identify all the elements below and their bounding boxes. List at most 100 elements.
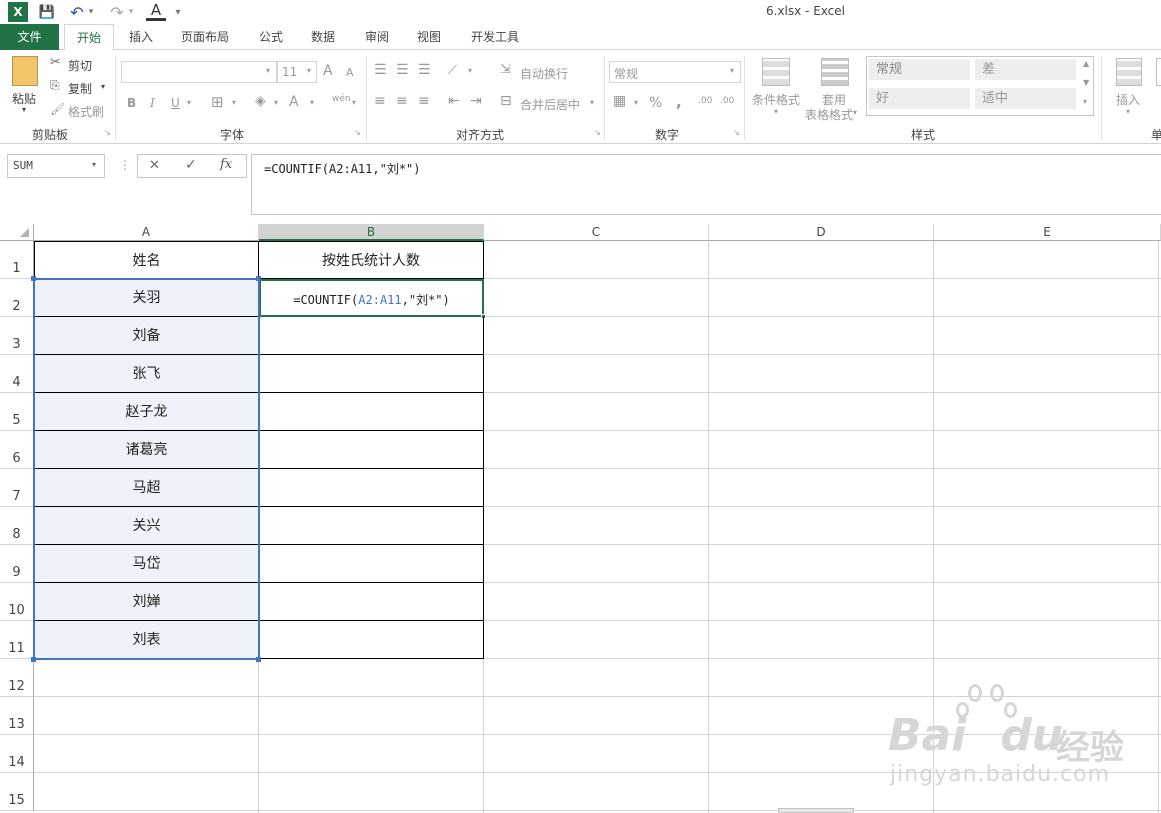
font-name-dropdown-icon[interactable]: ▾ [266,66,270,75]
style-good[interactable]: 好 [869,88,970,109]
cell-b4[interactable] [259,355,484,393]
orientation-dropdown-icon[interactable]: ▾ [468,66,472,75]
row-header[interactable]: 14 [0,735,34,773]
format-as-table-icon[interactable] [821,58,849,86]
styles-scroll-up-icon[interactable]: ▲ [1083,59,1089,68]
cancel-icon[interactable]: ✕ [149,158,160,173]
format-painter-icon[interactable]: 🖌 [50,102,65,116]
cell-b6[interactable] [259,431,484,469]
phonetic-dropdown-icon[interactable]: ▾ [352,98,356,107]
row-header[interactable]: 2 [0,279,34,317]
tab-home[interactable]: 开始 [64,24,114,51]
bold-button[interactable]: B [127,96,136,110]
cell-b3[interactable] [259,317,484,355]
clipboard-launcher-icon[interactable]: ↘ [104,128,111,137]
style-neutral[interactable]: 适中 [975,88,1076,109]
row-header[interactable]: 12 [0,659,34,697]
copy-button[interactable]: 复制 [68,80,92,97]
align-right-icon[interactable]: ≡ [418,93,430,109]
tab-view[interactable]: 视图 [408,24,450,50]
cell-b11[interactable] [259,621,484,659]
style-bad[interactable]: 差 [975,59,1076,80]
format-as-table-dropdown-icon[interactable]: ▾ [853,108,857,117]
range-handle-br[interactable] [256,657,261,662]
formula-bar-grip-icon[interactable]: ⋮ [119,158,131,172]
tab-review[interactable]: 审阅 [356,24,398,50]
font-size-dropdown-icon[interactable]: ▾ [307,66,311,75]
merge-center-button[interactable]: 合并后居中 [520,96,580,113]
fill-color-icon[interactable]: ◈ [255,93,266,109]
paste-icon[interactable] [12,56,38,86]
merge-dropdown-icon[interactable]: ▾ [590,98,594,107]
name-box-dropdown-icon[interactable]: ▾ [92,160,96,169]
number-format-dropdown-icon[interactable]: ▾ [730,66,734,75]
align-top-icon[interactable]: ☰ [374,62,387,78]
delete-cells-icon[interactable] [1156,58,1161,86]
row-header[interactable]: 7 [0,469,34,507]
row-header[interactable]: 15 [0,773,34,811]
decrease-decimal-button[interactable]: .00 [720,96,734,106]
row-header[interactable]: 1 [0,241,34,279]
italic-button[interactable]: I [150,96,155,110]
alignment-launcher-icon[interactable]: ↘ [594,128,601,137]
tab-insert[interactable]: 插入 [120,24,162,50]
increase-indent-icon[interactable]: ⇥ [470,93,482,109]
phonetic-icon[interactable]: wén [332,94,351,104]
comma-button[interactable]: , [676,93,682,111]
orientation-icon[interactable]: ⟋ [448,63,457,78]
cut-icon[interactable]: ✂ [50,55,61,70]
row-header[interactable]: 3 [0,317,34,355]
cell-b2[interactable]: =COUNTIF(A2:A11,"刘*") [259,279,484,317]
conditional-format-button[interactable]: 条件格式 [752,91,800,108]
row-header[interactable]: 4 [0,355,34,393]
copy-dropdown-icon[interactable]: ▾ [101,82,105,91]
decrease-indent-icon[interactable]: ⇤ [448,93,460,109]
tab-formulas[interactable]: 公式 [250,24,292,50]
align-bottom-icon[interactable]: ☰ [418,62,431,78]
column-header-c[interactable]: C [484,224,709,241]
font-launcher-icon[interactable]: ↘ [354,128,361,137]
format-painter-button[interactable]: 格式刷 [68,103,104,120]
shrink-font-icon[interactable]: A [346,66,354,79]
row-header[interactable]: 11 [0,621,34,659]
cell-b10[interactable] [259,583,484,621]
row-header[interactable]: 6 [0,431,34,469]
cell-b5[interactable] [259,393,484,431]
cell-b9[interactable] [259,545,484,583]
row-header[interactable]: 13 [0,697,34,735]
style-normal[interactable]: 常规 [869,59,970,80]
increase-decimal-button[interactable]: .00 [698,96,712,106]
underline-button[interactable]: U [171,96,180,110]
range-handle-tr[interactable] [256,276,261,281]
wrap-text-icon[interactable]: ⇲ [500,62,511,77]
styles-more-icon[interactable]: ▾ [1083,97,1087,106]
border-icon[interactable]: ⊞ [211,93,224,111]
font-color-icon[interactable]: A [289,94,299,110]
number-launcher-icon[interactable]: ↘ [733,128,740,137]
enter-icon[interactable]: ✓ [185,157,197,173]
insert-cells-dropdown-icon[interactable]: ▾ [1126,107,1130,116]
insert-function-icon[interactable]: fx [220,157,232,172]
formula-input[interactable]: =COUNTIF(A2:A11,"刘*") [251,154,1161,215]
row-header[interactable]: 10 [0,583,34,621]
align-center-icon[interactable]: ≡ [396,93,408,109]
accounting-dropdown-icon[interactable]: ▾ [634,98,638,107]
paste-dropdown-icon[interactable]: ▾ [22,105,26,114]
range-handle-bl[interactable] [31,657,36,662]
conditional-format-dropdown-icon[interactable]: ▾ [774,107,778,116]
align-left-icon[interactable]: ≡ [374,93,386,109]
cell-b7[interactable] [259,469,484,507]
insert-cells-button[interactable]: 插入 [1116,91,1140,108]
copy-icon[interactable]: ⎘ [50,78,60,93]
horizontal-scrollbar[interactable] [778,808,854,813]
conditional-format-icon[interactable] [762,58,790,86]
name-box[interactable]: SUM [7,154,105,178]
font-name-select[interactable] [121,61,277,83]
accounting-icon[interactable]: ▦ [613,93,626,109]
cell-b8[interactable] [259,507,484,545]
column-header-a[interactable]: A [34,224,259,241]
tab-page-layout[interactable]: 页面布局 [172,24,238,50]
format-as-table-label-2[interactable]: 表格格式 [805,106,853,123]
cell-b1[interactable]: 按姓氏统计人数 [259,241,484,279]
worksheet-grid[interactable]: A B C D E 1 2 3 4 5 6 7 8 9 10 11 12 13 … [0,224,1161,813]
